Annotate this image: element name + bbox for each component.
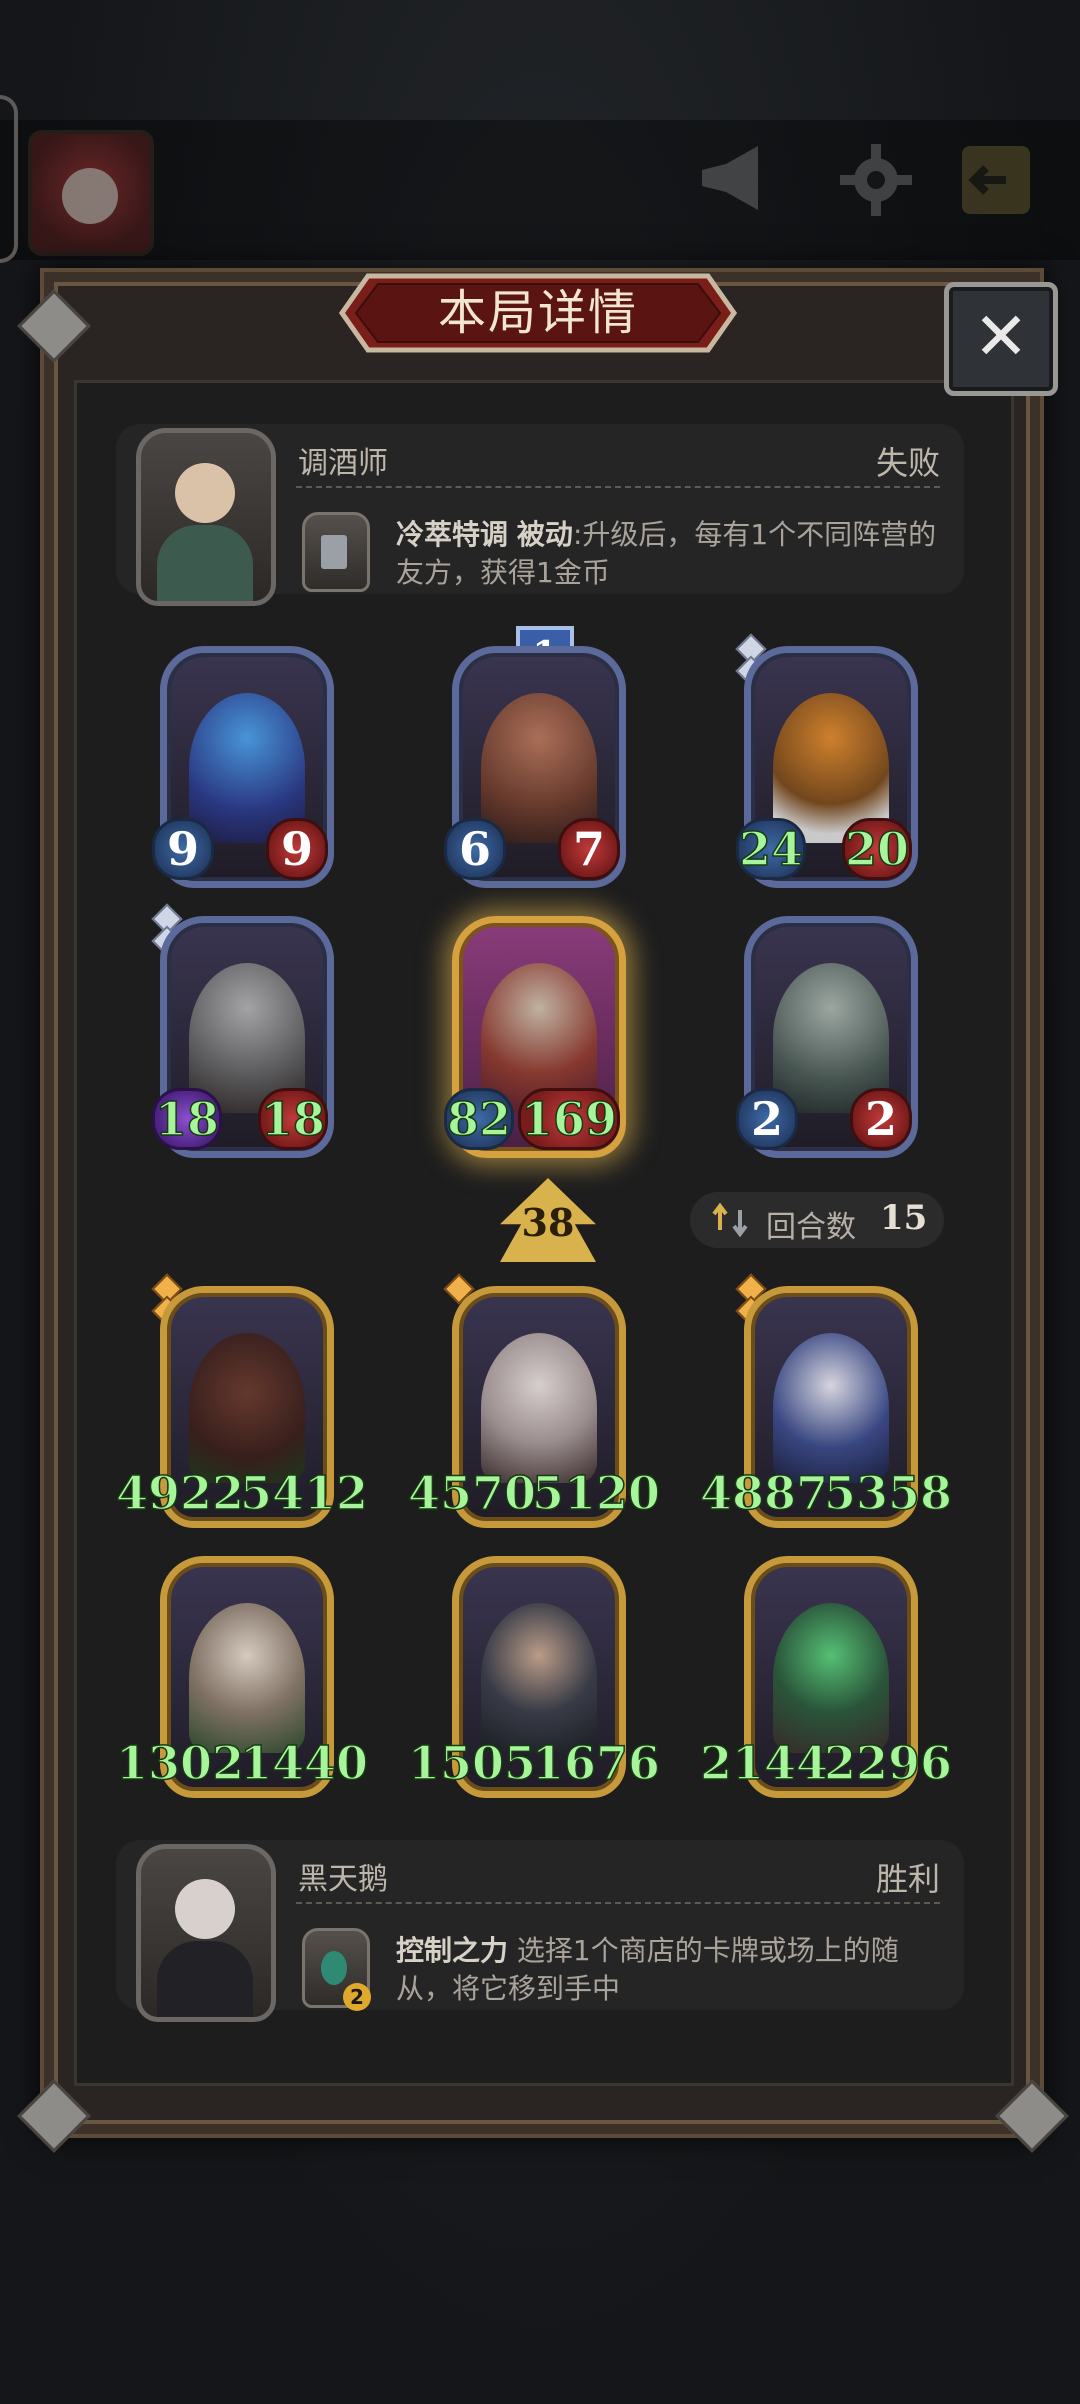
attack-stat: 2144	[699, 1735, 829, 1791]
attack-stat: 18	[152, 1088, 223, 1150]
attack-stat: 4922	[115, 1465, 245, 1521]
minion-card[interactable]: 1505 1676	[407, 1556, 661, 1798]
close-button[interactable]: ✕	[944, 282, 1058, 396]
hero-skill-icon[interactable]: 2	[302, 1928, 371, 2011]
title-banner: 本局详情	[338, 268, 738, 358]
player-hero-row: 黑天鹅 胜利 2 控制之力 选择1个商店的卡牌或场上的随从，将它移到手中	[116, 1840, 964, 2022]
minion-card[interactable]: 18 18	[151, 903, 334, 1158]
minion-art	[481, 1603, 597, 1753]
skill-cost-badge: 2	[343, 1983, 371, 2011]
minion-card[interactable]: 2 2	[736, 916, 918, 1158]
health-stat: 18	[257, 1088, 328, 1150]
minion-art	[481, 1333, 597, 1483]
attack-stat: 6	[444, 818, 506, 880]
portrait-head	[175, 1879, 235, 1939]
minion-card[interactable]: 9 9	[152, 646, 334, 888]
hero-skill-icon[interactable]	[302, 512, 370, 592]
minion-art	[773, 1333, 889, 1483]
round-counter: 回合数 15	[690, 1192, 944, 1248]
page-title: 本局详情	[437, 285, 638, 341]
health-stat: 1676	[531, 1735, 661, 1791]
level-indicator: 38	[500, 1178, 596, 1262]
close-icon: ✕	[973, 298, 1029, 375]
hero-skill-desc: 冷萃特调 被动:升级后，每有1个不同阵营的友方，获得1金币	[396, 516, 946, 592]
health-stat: 5412	[239, 1465, 369, 1521]
gear-icon[interactable]	[836, 140, 916, 220]
hero-name: 调酒师	[298, 446, 388, 481]
black-swan-portrait[interactable]	[136, 1844, 276, 2022]
opponent-hero-row: 调酒师 失败 冷萃特调 被动:升级后，每有1个不同阵营的友方，获得1金币	[116, 424, 964, 606]
cup-icon	[321, 535, 347, 569]
minion-card[interactable]: 4887 5358	[699, 1273, 953, 1528]
player-avatar[interactable]	[28, 130, 154, 256]
health-stat: 1440	[239, 1735, 369, 1791]
minion-art	[773, 1603, 889, 1753]
divider	[296, 486, 940, 488]
swap-arrows-icon	[712, 1202, 748, 1238]
minion-art	[189, 1603, 305, 1753]
divider	[296, 1902, 940, 1904]
portrait-body	[157, 1941, 253, 2017]
portrait-body	[157, 525, 253, 601]
hero-name: 黑天鹅	[298, 1862, 388, 1897]
attack-stat: 82	[444, 1088, 515, 1150]
portrait-head	[175, 463, 235, 523]
health-stat: 20	[841, 818, 912, 880]
attack-stat: 1505	[407, 1735, 537, 1791]
exit-icon[interactable]	[956, 140, 1036, 220]
minion-card[interactable]: 2144 2296	[699, 1556, 953, 1798]
megaphone-icon[interactable]	[696, 140, 776, 220]
attack-stat: 4887	[699, 1465, 829, 1521]
attack-stat: 24	[736, 818, 807, 880]
side-tab	[0, 95, 18, 263]
avatar-face	[62, 168, 118, 224]
top-hud	[0, 120, 1080, 260]
health-stat: 5120	[531, 1465, 661, 1521]
skill-name: 控制之力	[396, 1934, 509, 1967]
health-stat: 169	[517, 1088, 620, 1150]
hero-result: 失败	[875, 444, 940, 482]
attack-stat: 1302	[115, 1735, 245, 1791]
minion-art	[189, 1333, 305, 1483]
minion-card-highlighted[interactable]: 82 169	[444, 916, 626, 1158]
health-stat: 2296	[823, 1735, 953, 1791]
attack-stat: 4570	[407, 1465, 537, 1521]
hero-result: 胜利	[875, 1860, 940, 1898]
health-stat: 7	[558, 818, 620, 880]
hero-skill-desc: 控制之力 选择1个商店的卡牌或场上的随从，将它移到手中	[396, 1932, 946, 2008]
health-stat: 2	[850, 1088, 912, 1150]
attack-stat: 9	[152, 818, 214, 880]
minion-card[interactable]: 6 7	[444, 646, 626, 888]
health-stat: 5358	[823, 1465, 953, 1521]
bartender-portrait[interactable]	[136, 428, 276, 606]
attack-stat: 2	[736, 1088, 798, 1150]
skill-name: 冷萃特调	[396, 518, 509, 551]
minion-card[interactable]: 4922 5412	[115, 1273, 369, 1528]
minion-card[interactable]: 24 20	[735, 633, 918, 888]
skill-type: 被动	[516, 518, 573, 551]
round-label: 回合数	[766, 1210, 856, 1245]
spiral-icon	[321, 1951, 347, 1985]
round-value: 15	[880, 1198, 928, 1238]
health-stat: 9	[266, 818, 328, 880]
level-value: 38	[521, 1200, 575, 1245]
minion-card[interactable]: 4570 5120	[407, 1273, 661, 1528]
minion-card[interactable]: 1302 1440	[115, 1556, 369, 1798]
